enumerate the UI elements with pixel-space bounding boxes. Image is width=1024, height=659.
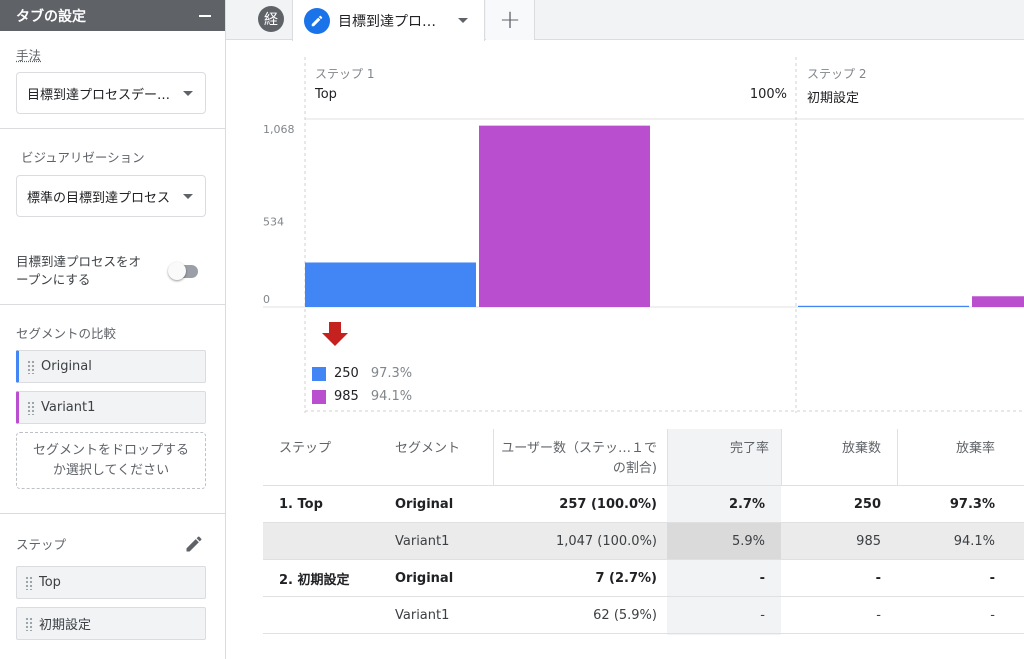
- column-header-abandon-rate[interactable]: 放棄率: [897, 429, 995, 485]
- segment-compare-label: セグメントの比較: [16, 326, 117, 341]
- tab-settings-panel: タブの設定 手法 目標到達プロセスデー… ビジュアリゼーション 標準の目標到達プ…: [0, 0, 226, 659]
- cell-users: 257 (100.0%): [559, 496, 657, 512]
- cell-step: [279, 597, 379, 633]
- step-chip-label: Top: [39, 575, 61, 590]
- cell-abandonments: -: [875, 570, 881, 586]
- panel-title: タブの設定: [16, 8, 86, 25]
- abandon-rate: 97.3%: [370, 366, 413, 381]
- cell-abandon-rate: -: [989, 570, 995, 586]
- cell-segment: Original: [395, 570, 454, 586]
- column-header-segment[interactable]: セグメント: [395, 429, 495, 485]
- segment-chip-label: Variant1: [41, 400, 96, 415]
- cell-abandon-rate: 97.3%: [949, 496, 995, 512]
- arrow-down-icon: [322, 322, 348, 346]
- y-tick-label: 0: [263, 293, 270, 306]
- drag-handle-icon[interactable]: [27, 400, 35, 415]
- step-chip-top[interactable]: Top: [16, 566, 206, 599]
- cell-segment: Original: [395, 496, 454, 512]
- cell-abandonments: -: [876, 607, 881, 623]
- cell-completion-rate: -: [760, 607, 765, 623]
- segment-chip-original[interactable]: Original: [16, 350, 206, 383]
- cell-completion-rate: -: [759, 570, 765, 586]
- tab-label: 目標到達プロ…: [338, 13, 436, 30]
- column-header-abandonments[interactable]: 放棄数: [781, 429, 881, 485]
- technique-value: 目標到達プロセスデー…: [27, 87, 171, 103]
- chevron-down-icon: [183, 193, 193, 199]
- cell-completion-rate: 2.7%: [728, 496, 765, 512]
- abandonment-row: 985 94.1%: [312, 385, 412, 408]
- cell-step: 2. 初期設定: [279, 572, 350, 588]
- panel-header: タブの設定: [0, 0, 225, 31]
- drag-handle-icon[interactable]: [25, 575, 33, 590]
- cell-segment: Variant1: [395, 607, 450, 623]
- cell-abandon-rate: -: [990, 607, 995, 623]
- table-row[interactable]: Variant1 1,047 (100.0%) 5.9% 985 94.1%: [263, 523, 1024, 560]
- funnel-plot: 1,068 534 0: [263, 57, 1024, 413]
- table-row[interactable]: 2. 初期設定 Original 7 (2.7%) - - -: [263, 560, 1024, 597]
- cell-users: 62 (5.9%): [593, 607, 657, 623]
- table-row[interactable]: Variant1 62 (5.9%) - - -: [263, 597, 1024, 634]
- funnel-bar-original-step2[interactable]: [798, 305, 969, 307]
- drag-handle-icon[interactable]: [25, 616, 33, 631]
- table-header-row: ステップ セグメント ユーザー数（ステッ…１での割合) 完了率 放棄数 放棄率: [263, 429, 1024, 486]
- funnel-bar-variant1-step2[interactable]: [972, 296, 1024, 307]
- visualization-value: 標準の目標到達プロセス: [27, 190, 171, 206]
- segment-compare-section: セグメントの比較 Original Variant1 セグメントをドロップするか…: [0, 305, 225, 514]
- technique-select[interactable]: 目標到達プロセスデー…: [16, 72, 206, 114]
- cell-completion-rate: 5.9%: [667, 523, 781, 559]
- add-tab-button[interactable]: +: [486, 0, 535, 40]
- cell-abandon-rate: 94.1%: [953, 533, 995, 549]
- cell-abandonments: 985: [856, 533, 881, 549]
- cell-users: 7 (2.7%): [595, 570, 657, 586]
- legend-swatch: [312, 389, 326, 404]
- steps-section: ステップ Top 初期設定: [0, 514, 225, 659]
- segment-drop-zone[interactable]: セグメントをドロップするか選択してください: [16, 432, 206, 489]
- open-funnel-label: 目標到達プロセスをオープンにする: [16, 254, 142, 287]
- pencil-icon: [304, 7, 330, 34]
- abandonment-legend: 250 97.3% 985 94.1%: [312, 362, 412, 408]
- funnel-bar-original-step1[interactable]: [305, 262, 476, 307]
- cell-step: 1. Top: [279, 496, 323, 512]
- abandonment-row: 250 97.3%: [312, 362, 412, 385]
- visualization-section: ビジュアリゼーション 標準の目標到達プロセス 目標到達プロセスをオープンにする: [0, 129, 225, 305]
- abandon-count: 985: [334, 389, 359, 404]
- segment-chip-variant1[interactable]: Variant1: [16, 391, 206, 424]
- visualization-label: ビジュアリゼーション: [21, 150, 145, 165]
- cell-step: [279, 523, 379, 559]
- legend-swatch: [312, 366, 326, 381]
- chevron-down-icon: [183, 90, 193, 96]
- cell-users: 1,047 (100.0%): [555, 533, 657, 549]
- summary-tab-icon[interactable]: 経: [258, 6, 284, 32]
- table-row[interactable]: 1. Top Original 257 (100.0%) 2.7% 250 97.3%: [263, 486, 1024, 523]
- drag-handle-icon[interactable]: [27, 359, 35, 374]
- column-header-completion-rate[interactable]: 完了率: [667, 429, 769, 485]
- visualization-select[interactable]: 標準の目標到達プロセス: [16, 175, 206, 217]
- cell-abandonments: 250: [853, 496, 881, 512]
- collapse-icon[interactable]: [199, 14, 211, 17]
- funnel-chart: ステップ 1 Top 100% ステップ 2 初期設定 1,068 534 0 25…: [263, 57, 1024, 413]
- open-funnel-row: 目標到達プロセスをオープンにする: [16, 253, 202, 289]
- y-tick-label: 534: [263, 216, 284, 229]
- technique-section: 手法 目標到達プロセスデー…: [0, 31, 225, 129]
- cell-segment: Variant1: [395, 533, 450, 549]
- column-header-users[interactable]: ユーザー数（ステッ…１での割合): [497, 429, 657, 485]
- plus-icon: +: [499, 5, 521, 35]
- y-tick-label: 1,068: [263, 123, 295, 136]
- column-header-step[interactable]: ステップ: [279, 429, 379, 485]
- step-chip-setup[interactable]: 初期設定: [16, 607, 206, 640]
- technique-label: 手法: [16, 48, 42, 63]
- step-chip-label: 初期設定: [39, 618, 92, 633]
- abandon-count: 250: [334, 366, 359, 381]
- edit-pencil-icon[interactable]: [184, 534, 204, 554]
- segment-chip-label: Original: [41, 359, 92, 374]
- chevron-down-icon[interactable]: [458, 18, 468, 23]
- tab-funnel-exploration[interactable]: 目標到達プロ…: [292, 0, 485, 41]
- abandon-rate: 94.1%: [370, 389, 413, 404]
- steps-label: ステップ: [16, 537, 67, 552]
- funnel-bar-variant1-step1[interactable]: [479, 125, 650, 308]
- open-funnel-toggle[interactable]: [166, 261, 202, 281]
